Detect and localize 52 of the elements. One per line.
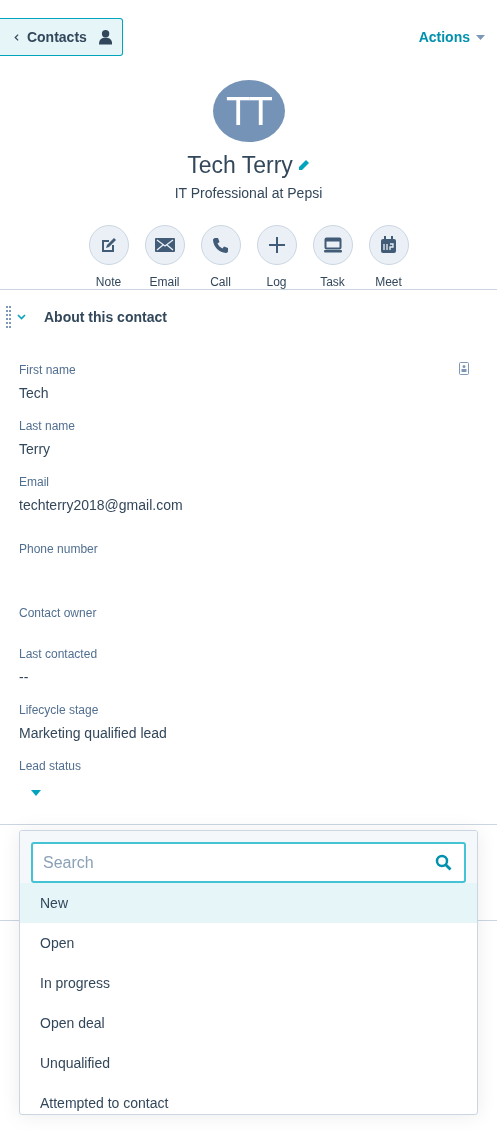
- field-value: Tech: [19, 384, 50, 402]
- action-label: Note: [95, 275, 122, 289]
- chevron-left-icon: [14, 32, 19, 42]
- contact-name: Tech Terry: [187, 152, 293, 179]
- field-label: Lifecycle stage: [19, 702, 99, 718]
- note-action-button[interactable]: [88, 225, 129, 265]
- phone-icon: [212, 236, 229, 254]
- action-label: Meet: [375, 275, 402, 289]
- section-title: About this contact: [44, 309, 167, 325]
- envelope-icon: [154, 238, 175, 252]
- field-label: Lead status: [19, 758, 82, 774]
- dropdown-option[interactable]: Unqualified: [20, 1043, 477, 1083]
- field-label: Last name: [19, 418, 76, 434]
- field-value: Marketing qualified lead: [19, 724, 168, 742]
- search-field[interactable]: Search: [31, 842, 466, 883]
- actions-menu[interactable]: Actions: [418, 29, 485, 45]
- action-label: Email: [149, 275, 180, 289]
- log-action-button[interactable]: [256, 225, 297, 265]
- action-label: Call: [210, 275, 231, 289]
- field-label: Email: [19, 474, 49, 490]
- drag-handle-icon[interactable]: [6, 306, 11, 328]
- field-label: Last contacted: [19, 646, 98, 662]
- contact-subtitle: IT Professional at Pepsi: [174, 185, 323, 201]
- field-label: Phone number: [19, 541, 98, 557]
- dropdown-option[interactable]: Open: [20, 923, 477, 963]
- caret-down-icon: [476, 34, 485, 40]
- pencil-icon[interactable]: [296, 159, 310, 172]
- field-label: First name: [19, 362, 76, 378]
- call-action-button[interactable]: [200, 225, 241, 265]
- calendar-icon: [380, 236, 397, 254]
- dropdown-option[interactable]: In progress: [20, 963, 477, 1003]
- back-button[interactable]: Contacts: [0, 18, 123, 56]
- dropdown-option[interactable]: New: [20, 883, 477, 923]
- plus-icon: [268, 237, 285, 253]
- field-value: --: [19, 668, 30, 686]
- task-action-button[interactable]: [312, 225, 353, 265]
- id-card-icon[interactable]: [459, 362, 469, 375]
- field-value: Terry: [19, 440, 52, 458]
- person-icon: [98, 28, 112, 46]
- dropdown-option[interactable]: Open deal: [20, 1003, 477, 1043]
- meet-action-button[interactable]: [368, 225, 409, 265]
- chevron-down-icon[interactable]: [17, 314, 26, 320]
- field-label: Contact owner: [19, 605, 97, 621]
- search-icon: [435, 854, 452, 871]
- action-label: Log: [266, 275, 287, 289]
- field-value: techterry2018@gmail.com: [19, 496, 184, 514]
- action-label: Task: [320, 275, 345, 289]
- dropdown-option[interactable]: Attempted to contact: [20, 1083, 477, 1114]
- email-action-button[interactable]: [144, 225, 185, 265]
- avatar: TT: [212, 80, 285, 142]
- monitor-icon: [323, 237, 342, 253]
- caret-down-icon[interactable]: [31, 790, 41, 796]
